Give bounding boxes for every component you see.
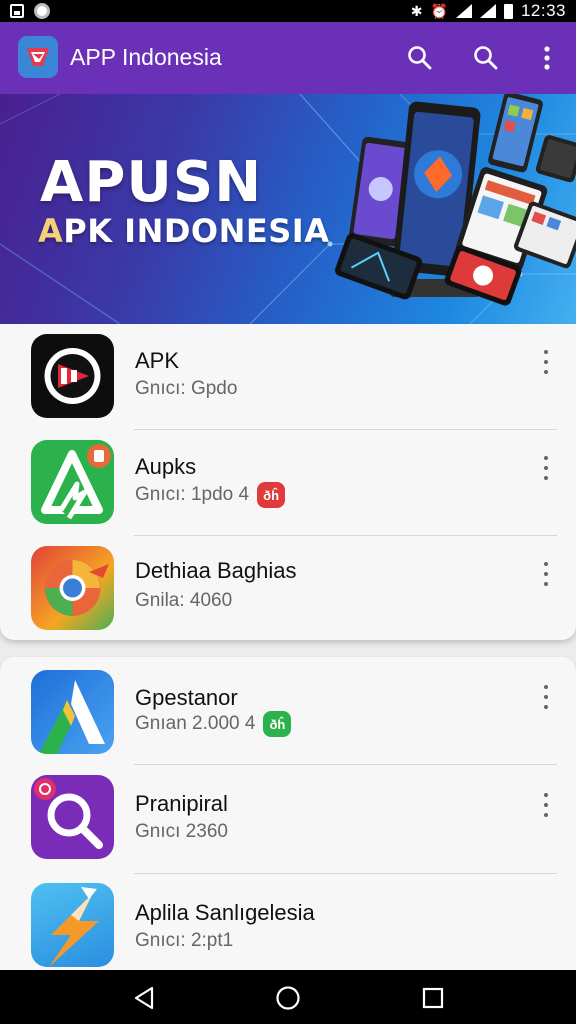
app-subtitle: Gnıcı: 1pdo 4 ðĥ bbox=[135, 482, 286, 508]
blue-a-icon bbox=[31, 670, 114, 754]
more-vert-icon[interactable] bbox=[538, 562, 554, 586]
promo-banner[interactable]: APUSN APK INDONESIA bbox=[0, 94, 576, 324]
bluetooth-icon: ✱ bbox=[410, 3, 423, 19]
list-item[interactable]: Aplila Sanlıgelesia Gnıcı: 2:pt1 bbox=[0, 874, 576, 980]
app-list-card-1: APK Gnıcı: Gpdo Aupks Gnıcı: 1pdo 4 ðĥ D… bbox=[0, 324, 576, 640]
app-subtitle: Gnıan 2.000 4 ðĥ bbox=[135, 711, 292, 737]
wifi-icon bbox=[455, 4, 472, 18]
image-icon bbox=[10, 4, 24, 18]
app-bar: APP Indonesia bbox=[0, 22, 576, 94]
more-vert-icon[interactable] bbox=[531, 42, 563, 74]
list-item[interactable]: Pranipiral Gnıcı 2360 bbox=[0, 765, 576, 871]
more-vert-icon[interactable] bbox=[538, 350, 554, 374]
list-item[interactable]: Gpestanor Gnıan 2.000 4 ðĥ bbox=[0, 657, 576, 763]
more-vert-icon[interactable] bbox=[538, 685, 554, 709]
back-icon[interactable] bbox=[130, 984, 158, 1012]
app-list-card-2: Gpestanor Gnıan 2.000 4 ðĥ Pranipiral Gn… bbox=[0, 657, 576, 970]
app-title: Gpestanor bbox=[135, 685, 238, 710]
status-right: ✱ ⏰ 12:33 bbox=[411, 1, 566, 21]
magnifier-icon bbox=[31, 775, 114, 859]
search-icon[interactable] bbox=[404, 42, 436, 74]
alarm-icon: ⏰ bbox=[430, 3, 448, 19]
banner-title: APUSN bbox=[40, 150, 263, 215]
navigation-bar bbox=[0, 970, 576, 1024]
list-item[interactable]: Dethiaa Baghias Gnila: 4060 bbox=[0, 536, 576, 642]
app-subtitle: Gnıcı: Gpdo bbox=[135, 378, 237, 400]
app-title: Pranipiral bbox=[135, 791, 228, 816]
status-left bbox=[10, 3, 50, 19]
home-icon[interactable] bbox=[274, 984, 302, 1012]
circle-icon bbox=[34, 3, 50, 19]
list-item[interactable]: Aupks Gnıcı: 1pdo 4 ðĥ bbox=[0, 430, 576, 536]
phones-illustration bbox=[334, 94, 576, 306]
app-title: Aupks bbox=[135, 454, 197, 479]
app-subtitle-text: Gnıcı: 1pdo 4 bbox=[135, 484, 250, 505]
app-subtitle: Gnıcı: 2:pt1 bbox=[135, 930, 233, 952]
app-subtitle-text: Gnıan 2.000 4 bbox=[135, 713, 256, 734]
green-a-icon bbox=[31, 440, 114, 524]
banner-subtitle: APK INDONESIA bbox=[38, 212, 329, 250]
more-vert-icon[interactable] bbox=[538, 793, 554, 817]
app-subtitle-text: Gnila: 4060 bbox=[135, 590, 233, 611]
app-subtitle-text: Gnıcı 2360 bbox=[135, 821, 228, 842]
status-badge: ðĥ bbox=[263, 711, 292, 737]
app-subtitle-text: Gnıcı: 2:pt1 bbox=[135, 930, 234, 951]
list-item[interactable]: APK Gnıcı: Gpdo bbox=[0, 324, 576, 430]
app-title: Aplila Sanlıgelesia bbox=[135, 900, 315, 925]
app-title: APK bbox=[135, 348, 180, 373]
status-time: 12:33 bbox=[520, 1, 566, 20]
chrome-like-icon bbox=[31, 546, 114, 630]
status-bar: ✱ ⏰ 12:33 bbox=[0, 0, 576, 22]
app-subtitle: Gnila: 4060 bbox=[135, 590, 232, 612]
banner-subtitle-rest: PK INDONESIA bbox=[63, 212, 330, 250]
apk-red-icon bbox=[31, 334, 114, 418]
more-vert-icon[interactable] bbox=[538, 456, 554, 480]
lightning-icon bbox=[31, 883, 114, 967]
app-title: Dethiaa Baghias bbox=[135, 558, 297, 583]
banner-subtitle-first-letter: A bbox=[38, 212, 64, 250]
status-badge: ðĥ bbox=[257, 482, 286, 508]
app-subtitle-text: Gnıcı: Gpdo bbox=[135, 378, 238, 399]
recents-icon[interactable] bbox=[419, 984, 447, 1012]
signal-icon bbox=[479, 4, 496, 18]
app-title: APP Indonesia bbox=[70, 44, 222, 70]
battery-icon bbox=[503, 3, 513, 19]
app-subtitle: Gnıcı 2360 bbox=[135, 821, 228, 843]
search-icon[interactable] bbox=[470, 42, 502, 74]
app-logo-icon[interactable] bbox=[18, 36, 58, 78]
